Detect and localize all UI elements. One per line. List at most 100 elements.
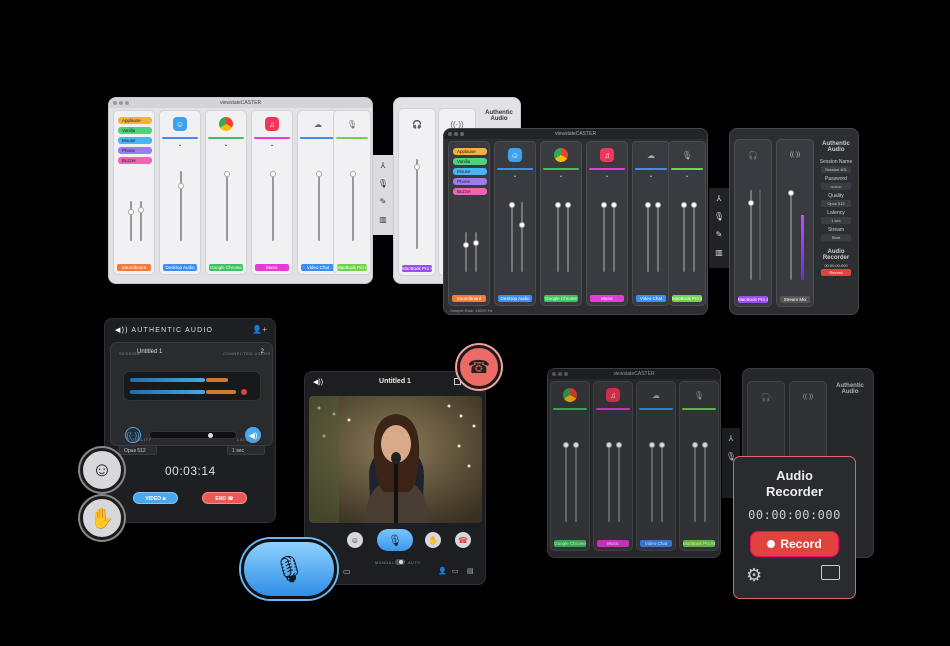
toggle-knob[interactable] xyxy=(399,560,403,564)
fader-knob[interactable] xyxy=(224,171,230,177)
channel-music[interactable]: ♫ Music xyxy=(593,381,633,551)
quality-select[interactable]: Opus 512 xyxy=(821,200,851,207)
fader-track[interactable] xyxy=(318,171,320,241)
record-button[interactable]: Record xyxy=(751,532,838,556)
chevron-down-icon[interactable]: ⌄ xyxy=(604,172,609,179)
fader-track[interactable] xyxy=(647,202,649,272)
emoji-button[interactable]: ☺ xyxy=(347,532,363,548)
fader-knob[interactable] xyxy=(555,202,561,208)
chevron-down-icon[interactable]: ⌄ xyxy=(223,141,228,148)
fader-knob[interactable] xyxy=(178,183,184,189)
fader-track[interactable] xyxy=(575,442,577,522)
fader-knob[interactable] xyxy=(681,202,687,208)
channel-macbook-mic[interactable]: 🎙 ⌄ MacBook Pro Mi... xyxy=(668,141,706,306)
mute-mic-button[interactable]: 🎙 xyxy=(377,529,413,551)
channel-soundboard[interactable]: Applause Vanilla Mouse Phone Buzzer Soun… xyxy=(448,141,490,306)
piano-icon[interactable]: ▥ xyxy=(377,213,389,225)
fader-track[interactable] xyxy=(130,201,132,241)
fader-track[interactable] xyxy=(557,202,559,272)
channel-desktop-audio[interactable]: ☺ ⌄ Desktop Audio xyxy=(159,110,201,275)
channel-google-chrome[interactable]: Google Chrome xyxy=(550,381,590,551)
microphone-icon[interactable]: 🎙 xyxy=(713,210,725,222)
fader-track[interactable] xyxy=(683,202,685,272)
fader-knob[interactable] xyxy=(788,190,794,196)
fader-knob[interactable] xyxy=(128,209,134,215)
fader-knob[interactable] xyxy=(611,202,617,208)
pill-vanilla[interactable]: Vanilla xyxy=(118,127,152,134)
fader-knob[interactable] xyxy=(692,442,698,448)
piano-icon[interactable]: ▥ xyxy=(713,246,725,258)
pill-applause[interactable]: Applause xyxy=(118,117,152,124)
end-call-button-small[interactable]: ☎ xyxy=(455,532,471,548)
stream-start-button[interactable]: Start xyxy=(821,234,851,241)
password-field[interactable]: •••••••• xyxy=(821,183,851,190)
fader-track[interactable] xyxy=(651,442,653,522)
channel-macbook-mic[interactable]: 🎙 MacBook Pro Mi... xyxy=(679,381,719,551)
pill-buzzer[interactable]: Buzzer xyxy=(453,188,487,195)
microphone-icon[interactable]: 🎙 xyxy=(377,177,389,189)
fader-knob[interactable] xyxy=(702,442,708,448)
fader-track[interactable] xyxy=(657,202,659,272)
routing-icon[interactable]: ⅄ xyxy=(713,192,725,204)
fader-knob[interactable] xyxy=(473,240,479,246)
fader-track[interactable] xyxy=(661,442,663,522)
fader-track[interactable] xyxy=(475,232,477,272)
fader-knob[interactable] xyxy=(509,202,515,208)
chevron-down-icon[interactable]: ⌄ xyxy=(269,141,274,148)
routing-icon[interactable]: ⅄ xyxy=(377,159,389,171)
fader-knob[interactable] xyxy=(565,202,571,208)
channel-output-speakers[interactable]: 🎧 MacBook Pro S... xyxy=(398,108,436,276)
folder-icon[interactable] xyxy=(821,565,840,580)
fader-track[interactable] xyxy=(567,202,569,272)
chevron-down-icon[interactable]: ⌄ xyxy=(177,141,182,148)
channel-video-chat[interactable]: ☁ ⌄ Video Chat xyxy=(632,141,670,306)
pen-icon[interactable]: ✎ xyxy=(713,228,725,240)
fader-knob[interactable] xyxy=(748,200,754,206)
raise-hand-button-small[interactable]: ✋ xyxy=(425,532,441,548)
fader-track[interactable] xyxy=(790,190,792,280)
fader-knob[interactable] xyxy=(138,207,144,213)
fader-knob[interactable] xyxy=(350,171,356,177)
channel-google-chrome[interactable]: ⌄ Google Chrome xyxy=(205,110,247,275)
fader-knob[interactable] xyxy=(573,442,579,448)
fader-track[interactable] xyxy=(465,232,467,272)
pill-phone[interactable]: Phone xyxy=(453,178,487,185)
pill-applause[interactable]: Applause xyxy=(453,148,487,155)
fader-track[interactable] xyxy=(352,171,354,241)
participants-icon[interactable]: 👤 xyxy=(438,567,447,575)
window-controls[interactable] xyxy=(552,372,568,376)
channel-desktop-audio[interactable]: ☺ ⌄ Desktop Audio xyxy=(494,141,536,306)
fader-track[interactable] xyxy=(272,171,274,241)
gear-icon[interactable]: ⚙ xyxy=(746,565,762,586)
channel-soundboard[interactable]: Applause Vanilla Mouse Phone Buzzer Soun… xyxy=(113,110,155,275)
chevron-down-icon[interactable]: ⌄ xyxy=(558,172,563,179)
pill-mouse[interactable]: Mouse xyxy=(453,168,487,175)
chat-icon[interactable]: ▤ xyxy=(467,567,474,575)
pill-mouse[interactable]: Mouse xyxy=(118,137,152,144)
fader-track[interactable] xyxy=(613,202,615,272)
chevron-down-icon[interactable]: ⌄ xyxy=(512,172,517,179)
fader-knob[interactable] xyxy=(691,202,697,208)
latency-select[interactable]: 1 sec xyxy=(821,217,851,224)
routing-icon[interactable]: ⅄ xyxy=(725,432,737,444)
camera-icon[interactable]: ▭ xyxy=(343,567,351,576)
record-button[interactable]: Record xyxy=(821,269,851,276)
raise-hand-button[interactable]: ✋ xyxy=(80,496,124,540)
mic-floating-button[interactable]: 🎙 xyxy=(241,539,337,599)
chevron-down-icon[interactable]: ⌄ xyxy=(684,172,689,179)
emoji-reaction-button[interactable]: ☺ xyxy=(80,448,124,492)
fader-track[interactable] xyxy=(694,442,696,522)
fader-knob[interactable] xyxy=(606,442,612,448)
fader-knob[interactable] xyxy=(616,442,622,448)
fader-knob[interactable] xyxy=(463,242,469,248)
channel-music[interactable]: ♫ ⌄ Music xyxy=(251,110,293,275)
fader-knob[interactable] xyxy=(645,202,651,208)
fader-track[interactable] xyxy=(180,171,182,241)
fader-knob[interactable] xyxy=(563,442,569,448)
fader-track[interactable] xyxy=(704,442,706,522)
chevron-down-icon[interactable]: ⌄ xyxy=(648,172,653,179)
fader-track[interactable] xyxy=(416,159,418,249)
fader-knob[interactable] xyxy=(655,202,661,208)
fader-knob[interactable] xyxy=(649,442,655,448)
channel-output-speakers[interactable]: 🎧 MacBook Pro S... xyxy=(734,139,772,307)
